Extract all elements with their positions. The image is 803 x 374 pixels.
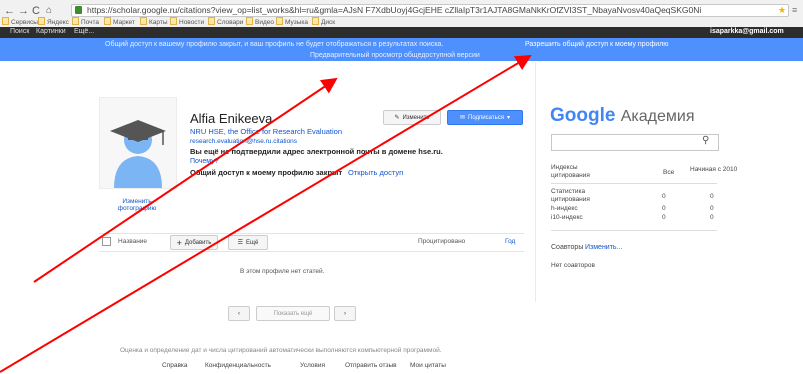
- annotation-arrow-preview: [33, 77, 338, 283]
- annotation-arrows: [0, 54, 532, 373]
- annotation-arrow-public: [0, 54, 532, 373]
